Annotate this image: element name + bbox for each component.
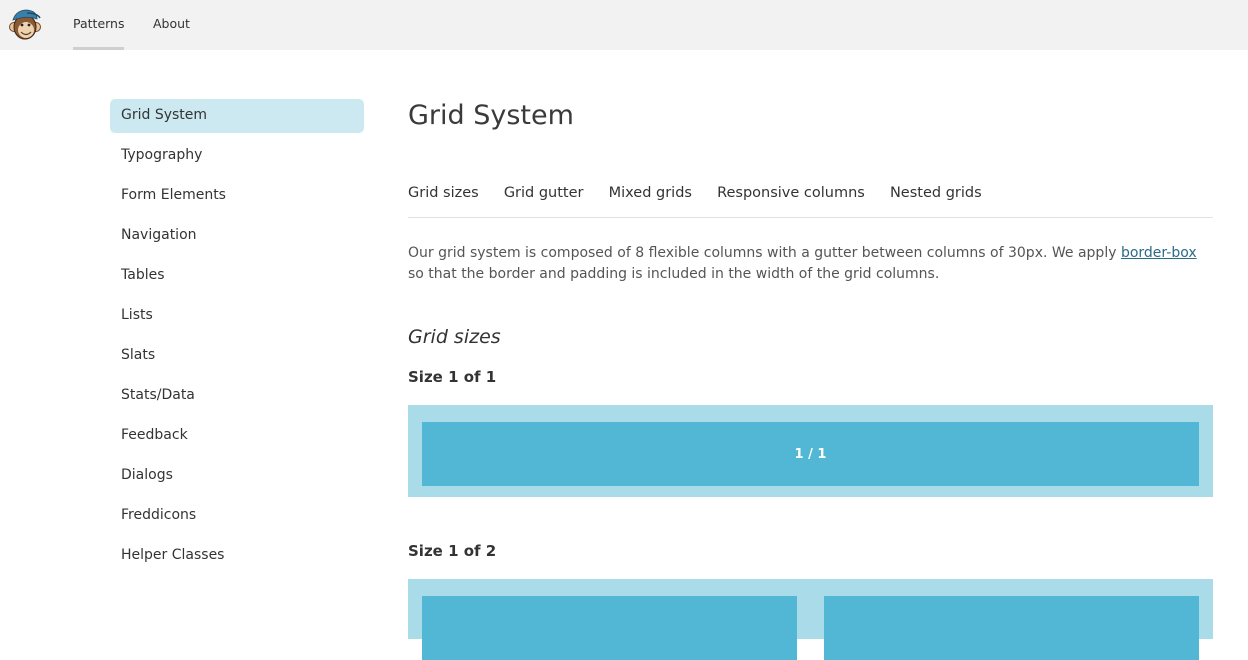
intro-text-before: Our grid system is composed of 8 flexibl… xyxy=(408,245,1121,261)
grid-cell xyxy=(422,596,797,660)
top-bar: Patterns About xyxy=(0,0,1248,50)
sidebar-item-dialogs[interactable]: Dialogs xyxy=(110,459,364,493)
sidebar-item-lists[interactable]: Lists xyxy=(110,299,364,333)
intro-text-after: so that the border and padding is includ… xyxy=(408,266,940,282)
topnav-about[interactable]: About xyxy=(153,0,190,50)
sidebar-item-stats-data[interactable]: Stats/Data xyxy=(110,379,364,413)
topnav-patterns[interactable]: Patterns xyxy=(73,0,125,50)
size-label-1-of-1: Size 1 of 1 xyxy=(408,368,497,386)
sidebar: Grid System Typography Form Elements Nav… xyxy=(110,99,364,579)
grid-cell xyxy=(824,596,1199,660)
sidebar-item-slats[interactable]: Slats xyxy=(110,339,364,373)
topnav-about-label: About xyxy=(153,16,190,31)
grid-cell: 1 / 1 xyxy=(422,422,1199,486)
border-box-link[interactable]: border-box xyxy=(1121,245,1197,261)
sidebar-item-freddicons[interactable]: Freddicons xyxy=(110,499,364,533)
size-label-1-of-2: Size 1 of 2 xyxy=(408,542,497,560)
topnav-patterns-label: Patterns xyxy=(73,16,125,31)
main-content: Grid System Grid sizes Grid gutter Mixed… xyxy=(408,96,1213,660)
sidebar-item-tables[interactable]: Tables xyxy=(110,259,364,293)
sidebar-item-feedback[interactable]: Feedback xyxy=(110,419,364,453)
subnav-grid-gutter[interactable]: Grid gutter xyxy=(504,184,584,202)
subnav-grid-sizes[interactable]: Grid sizes xyxy=(408,184,479,202)
subnav-nested-grids[interactable]: Nested grids xyxy=(890,184,982,202)
sidebar-item-form-elements[interactable]: Form Elements xyxy=(110,179,364,213)
sidebar-item-navigation[interactable]: Navigation xyxy=(110,219,364,253)
subnav-mixed-grids[interactable]: Mixed grids xyxy=(609,184,692,202)
subnav-responsive-columns[interactable]: Responsive columns xyxy=(717,184,865,202)
grid-demo-1-of-1: 1 / 1 xyxy=(408,405,1213,497)
sidebar-item-typography[interactable]: Typography xyxy=(110,139,364,173)
section-subnav: Grid sizes Grid gutter Mixed grids Respo… xyxy=(408,182,1213,218)
page-title: Grid System xyxy=(408,100,574,131)
sidebar-item-helper-classes[interactable]: Helper Classes xyxy=(110,539,364,573)
intro-paragraph: Our grid system is composed of 8 flexibl… xyxy=(408,243,1208,285)
grid-demo-1-of-2 xyxy=(408,579,1213,660)
monkey-logo-icon[interactable] xyxy=(7,7,43,43)
sidebar-item-grid-system[interactable]: Grid System xyxy=(110,99,364,133)
section-title-grid-sizes: Grid sizes xyxy=(408,326,501,348)
